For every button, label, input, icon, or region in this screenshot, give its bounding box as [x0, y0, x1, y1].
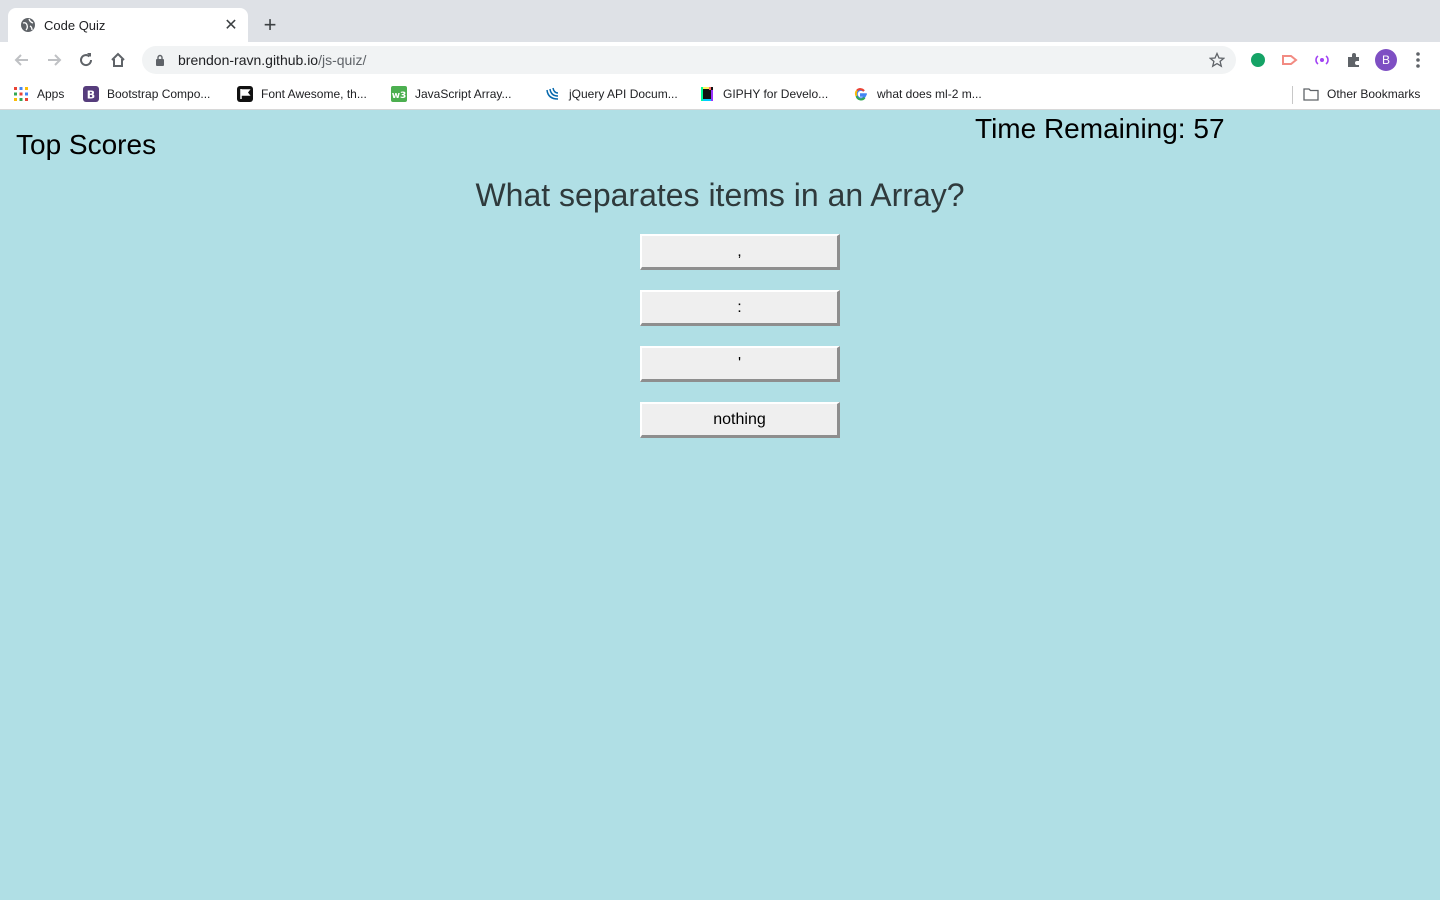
more-menu-icon[interactable]: [1408, 50, 1428, 70]
bookmark-google-search[interactable]: what does ml-2 m...: [853, 85, 982, 103]
url-text: brendon-ravn.github.io/js-quiz/: [178, 52, 366, 68]
time-remaining: Time Remaining: 57: [975, 113, 1225, 144]
answer-button-2[interactable]: :: [640, 290, 840, 326]
svg-text:B: B: [87, 89, 95, 102]
bookmark-jquery[interactable]: jQuery API Docum...: [545, 85, 678, 103]
bookmark-label: Font Awesome, th...: [261, 87, 367, 101]
close-tab-icon[interactable]: ✕: [220, 14, 242, 36]
bookmark-star-icon[interactable]: [1208, 51, 1226, 69]
tab-title: Code Quiz: [44, 17, 106, 33]
bookmark-label: GIPHY for Develo...: [723, 87, 829, 101]
quiz-page: Top Scores Time Remaining: 57 What separ…: [0, 111, 1440, 900]
profile-avatar[interactable]: B: [1375, 49, 1397, 71]
other-bookmarks-label: Other Bookmarks: [1327, 87, 1421, 101]
bookmark-giphy[interactable]: GIPHY for Develo...: [699, 85, 828, 103]
bootstrap-icon: B: [83, 86, 99, 102]
browser-toolbar: brendon-ravn.github.io/js-quiz/ B: [0, 42, 1440, 78]
globe-icon: [20, 17, 36, 33]
tab-strip: Code Quiz ✕ +: [0, 0, 1440, 42]
back-arrow-icon[interactable]: [10, 48, 34, 72]
reload-icon[interactable]: [74, 48, 98, 72]
bookmark-bootstrap[interactable]: B Bootstrap Compo...: [83, 85, 210, 103]
extensions-puzzle-icon[interactable]: [1344, 50, 1364, 70]
bookmark-apps[interactable]: Apps: [13, 85, 64, 103]
answer-list: , : ' nothing: [640, 234, 840, 458]
grammarly-extension-icon[interactable]: [1248, 50, 1268, 70]
tab-code-quiz[interactable]: Code Quiz ✕: [8, 8, 248, 42]
jquery-icon: [545, 86, 561, 102]
bookmark-label: JavaScript Array...: [415, 87, 512, 101]
answer-button-1[interactable]: ,: [640, 234, 840, 270]
bookmarks-divider: [1292, 86, 1293, 104]
answer-button-3[interactable]: ': [640, 346, 840, 382]
address-bar[interactable]: brendon-ravn.github.io/js-quiz/: [142, 46, 1236, 74]
bookmarks-bar: Apps B Bootstrap Compo... Font Awesome, …: [0, 78, 1440, 110]
bookmark-label: Apps: [37, 87, 65, 101]
answer-button-4[interactable]: nothing: [640, 402, 840, 438]
font-awesome-icon: [237, 86, 253, 102]
bookmark-font-awesome[interactable]: Font Awesome, th...: [237, 85, 367, 103]
bookmark-javascript-array[interactable]: w3 JavaScript Array...: [391, 85, 511, 103]
new-tab-button[interactable]: +: [258, 13, 282, 37]
url-path: /js-quiz/: [318, 52, 367, 68]
video-extension-icon[interactable]: [1280, 50, 1300, 70]
giphy-icon: [699, 86, 715, 102]
apps-grid-icon: [13, 86, 29, 102]
top-scores-link[interactable]: Top Scores: [16, 129, 156, 161]
bookmark-label: jQuery API Docum...: [569, 87, 678, 101]
w3schools-icon: w3: [391, 86, 407, 102]
bookmark-label: Bootstrap Compo...: [107, 87, 211, 101]
broadcast-extension-icon[interactable]: [1312, 50, 1332, 70]
svg-text:w3: w3: [392, 91, 407, 101]
question-title: What separates items in an Array?: [475, 177, 965, 213]
url-host: brendon-ravn.github.io: [178, 52, 319, 68]
lock-icon[interactable]: [154, 54, 166, 66]
forward-arrow-icon[interactable]: [42, 48, 66, 72]
bookmark-label: what does ml-2 m...: [877, 87, 982, 101]
other-bookmarks-folder[interactable]: Other Bookmarks: [1303, 85, 1420, 103]
folder-icon: [1303, 86, 1319, 102]
home-icon[interactable]: [106, 48, 130, 72]
google-icon: [853, 86, 869, 102]
